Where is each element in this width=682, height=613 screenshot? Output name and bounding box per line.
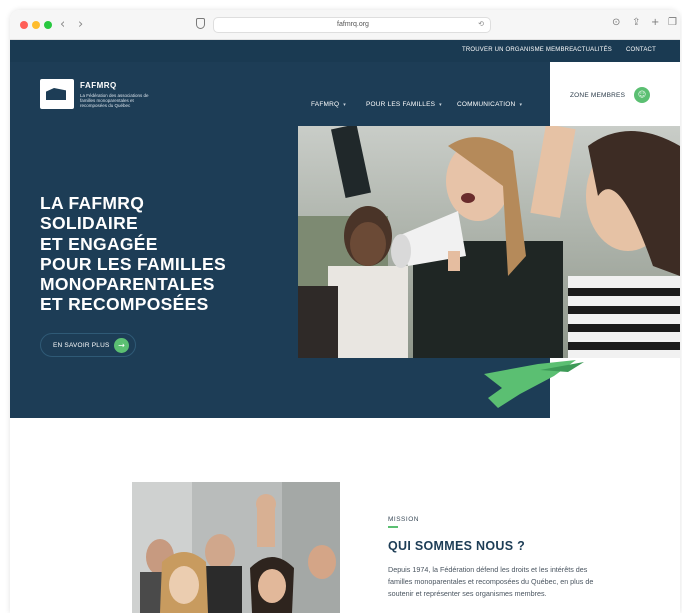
close-window-button[interactable] <box>20 21 28 29</box>
shield-icon[interactable] <box>196 18 205 29</box>
hero-headline: LA FAFMRQ SOLIDAIRE ET ENGAGÉE POUR LES … <box>40 193 300 315</box>
zone-membres-label: ZONE MEMBRES <box>570 92 626 99</box>
url-text: fafmrq.org <box>337 21 369 28</box>
nav-label: FAFMRQ <box>311 101 340 108</box>
address-bar[interactable]: fafmrq.org ⟲ <box>213 17 491 33</box>
chevron-down-icon: ▾ <box>343 102 347 108</box>
zone-membres[interactable]: ZONE MEMBRES ☺ <box>550 62 680 127</box>
link-news[interactable]: ACTUALITÉS <box>573 47 612 53</box>
reload-icon[interactable]: ⟲ <box>478 20 484 28</box>
link-contact[interactable]: CONTACT <box>626 47 656 53</box>
chevron-right-icon[interactable]: › <box>78 17 83 32</box>
nav-communication[interactable]: COMMUNICATION ▾ <box>457 101 522 108</box>
mission-title: QUI SOMMES NOUS ? <box>388 539 526 553</box>
chevron-left-icon[interactable]: ‹ <box>60 17 65 32</box>
cta-label: EN SAVOIR PLUS <box>53 342 110 349</box>
nav-label: POUR LES FAMILLES <box>366 101 436 108</box>
headline-line: ET RECOMPOSÉES <box>40 294 209 315</box>
arrow-right-icon: → <box>114 338 129 353</box>
nav-label: COMMUNICATION <box>457 101 516 108</box>
logo-house-icon <box>46 88 66 100</box>
site-logo[interactable] <box>40 79 74 109</box>
browser-window: ‹ › fafmrq.org ⟲ ⊙ ⇪ + ❐ TROUVER UN ORGA… <box>10 10 680 613</box>
mission-body: Depuis 1974, la Fédération défend les dr… <box>388 565 594 598</box>
download-icon[interactable]: ⊙ <box>612 17 620 28</box>
mission-eyebrow: MISSION <box>388 516 419 523</box>
brand-name: FAFMRQ <box>80 81 117 90</box>
minimize-window-button[interactable] <box>32 21 40 29</box>
headline-line: MONOPARENTALES <box>40 274 215 295</box>
team-photo <box>132 482 340 613</box>
user-icon: ☺ <box>634 87 650 103</box>
learn-more-button[interactable]: EN SAVOIR PLUS → <box>40 333 136 357</box>
brush-decoration <box>484 360 584 408</box>
eyebrow-divider <box>388 526 398 528</box>
headline-line: ET ENGAGÉE <box>40 233 158 254</box>
share-icon[interactable]: ⇪ <box>632 17 640 28</box>
browser-toolbar: ‹ › fafmrq.org ⟲ ⊙ ⇪ + ❐ <box>10 10 680 40</box>
tabs-icon[interactable]: ❐ <box>668 17 677 28</box>
nav-fafmrq[interactable]: FAFMRQ ▾ <box>311 101 346 108</box>
plus-icon[interactable]: + <box>651 17 659 28</box>
chevron-down-icon: ▾ <box>519 102 523 108</box>
brand-subtitle: La Fédération des associations de famill… <box>80 93 149 108</box>
link-find-member[interactable]: TROUVER UN ORGANISME MEMBRE <box>462 47 573 53</box>
headline-line: SOLIDAIRE <box>40 213 138 234</box>
utility-bar: TROUVER UN ORGANISME MEMBRE ACTUALITÉS C… <box>10 40 680 62</box>
headline-line: LA FAFMRQ <box>40 193 145 213</box>
nav-pour-les-familles[interactable]: POUR LES FAMILLES ▾ <box>366 101 442 108</box>
maximize-window-button[interactable] <box>44 21 52 29</box>
hero-protest-photo <box>298 126 680 358</box>
chevron-down-icon: ▾ <box>439 102 442 108</box>
headline-line: POUR LES FAMILLES <box>40 253 226 274</box>
